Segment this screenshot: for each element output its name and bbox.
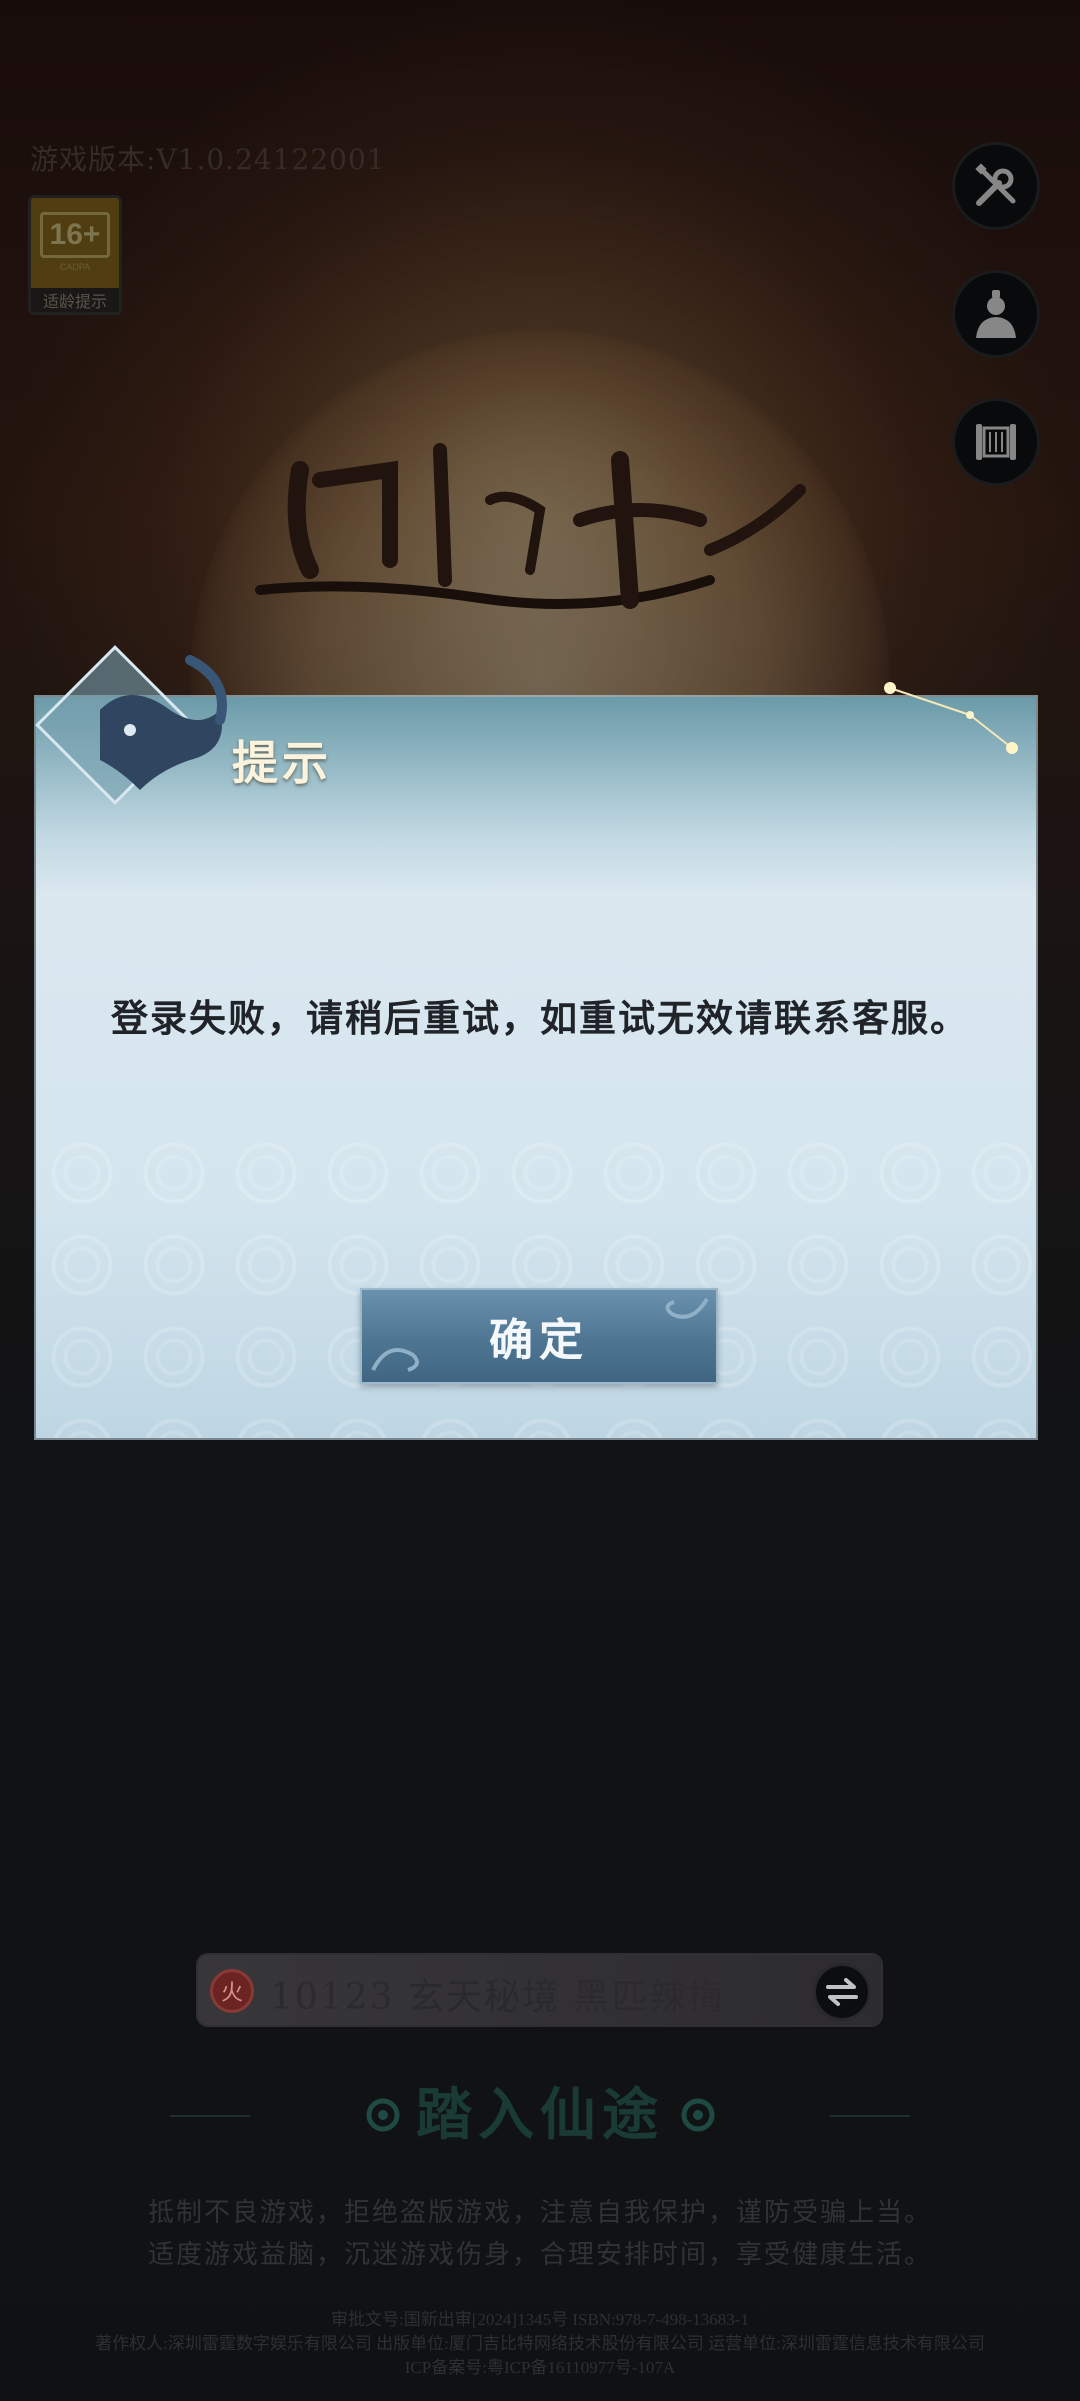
dialog-message: 登录失败，请稍后重试，如重试无效请联系客服。: [111, 996, 969, 1040]
constellation-decor: [884, 682, 1018, 754]
swap-arrows-icon: [826, 1978, 858, 2006]
fire-element-icon: 火: [210, 1969, 254, 2013]
switch-server-button[interactable]: [813, 1963, 871, 2021]
server-selector[interactable]: 火 10123 玄天秘境 黑匹辣梅: [198, 1955, 881, 2025]
legal-line: ICP备案号:粤ICP备16110977号-107A: [404, 2358, 676, 2377]
server-info: 10123 玄天秘境 黑匹辣梅: [270, 1968, 725, 2020]
server-name: 黑匹辣梅: [573, 1977, 726, 2018]
cloud-swirl-icon: [665, 1297, 709, 1319]
legal-line: 审批文号:国新出审[2024]1345号 ISBN:978-7-498-1368…: [331, 2310, 749, 2329]
health-notice: 抵制不良游戏，拒绝盗版游戏，注意自我保护，谨防受骗上当。 适度游戏益脑，沉迷游戏…: [0, 2192, 1080, 2276]
confirm-button-label: 确定: [489, 1315, 589, 1366]
health-notice-line: 抵制不良游戏，拒绝盗版游戏，注意自我保护，谨防受骗上当。: [147, 2198, 932, 2228]
divider-line: [170, 2115, 250, 2117]
divider-line: [830, 2115, 910, 2117]
enter-game-button[interactable]: 踏入仙途: [170, 2075, 910, 2155]
dialog-title: 提示: [232, 736, 332, 790]
cloud-swirl-icon: [371, 1348, 419, 1372]
enter-game-label: 踏入仙途: [416, 2082, 664, 2148]
server-zone: 玄天秘境: [407, 1977, 560, 2018]
legal-info: 审批文号:国新出审[2024]1345号 ISBN:978-7-498-1368…: [0, 2308, 1080, 2380]
beast-emblem-icon: [35, 645, 227, 805]
dialog-cloud-pattern: [36, 1127, 1036, 1438]
server-id: 10123: [270, 1977, 395, 2018]
legal-line: 著作权人:深圳雷霆数字娱乐有限公司 出版单位:厦门吉比特网络技术股份有限公司 运…: [95, 2334, 985, 2353]
confirm-button[interactable]: 确定: [360, 1288, 718, 1384]
health-notice-line: 适度游戏益脑，沉迷游戏伤身，合理安排时间，享受健康生活。: [147, 2240, 932, 2270]
